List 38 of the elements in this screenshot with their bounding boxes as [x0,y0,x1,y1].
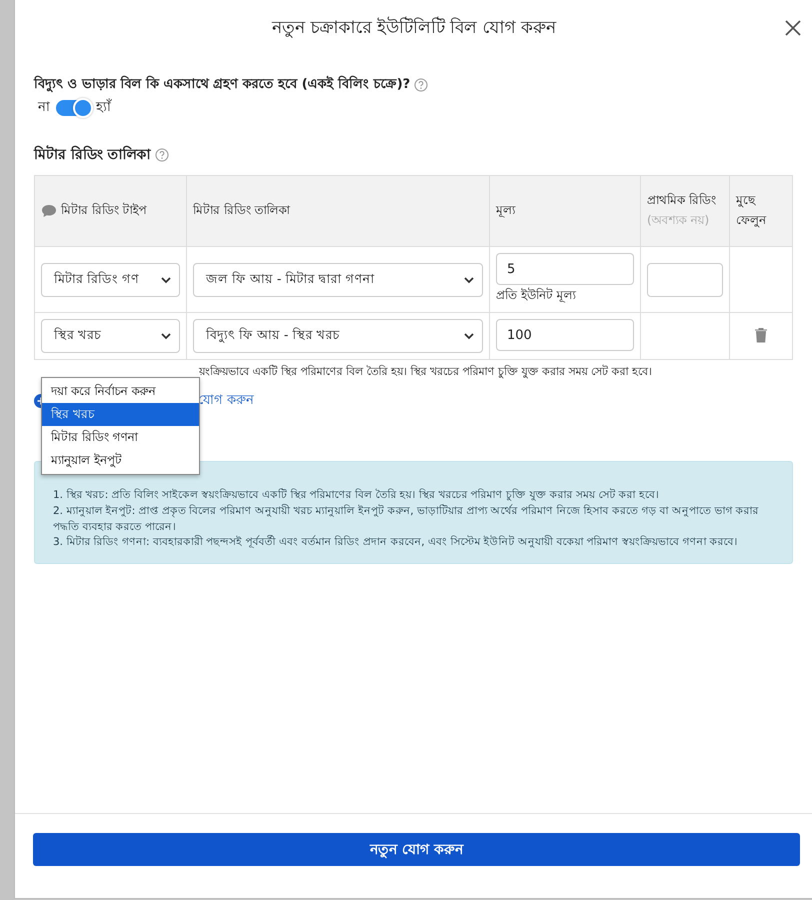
dropdown-option[interactable]: দয়া করে নির্বাচন করুন [42,380,199,403]
trash-icon [754,327,768,343]
list-select[interactable]: জল ফি আয় - মিটার দ্বারা গণনা [193,263,483,297]
chevron-down-icon [161,276,171,284]
help-icon[interactable] [154,148,169,162]
toggle-off-label: না [38,99,50,117]
type-select[interactable]: স্থির খরচ [41,319,180,353]
chevron-down-icon [464,276,474,284]
column-header: মূল্য [490,176,640,246]
chevron-down-icon [464,332,474,340]
type-select[interactable]: মিটার রিডিং গণ [41,263,180,297]
question-label: বিদ্যুৎ ও ভাড়ার বিল কি একসাথে গ্রহণ করতে হবে (একই বিলিং চক্রে)? [34,74,410,94]
column-header: মুছে ফেলুন [730,176,792,246]
info-text: 2. ম্যানুয়াল ইনপুট: প্রাপ্ত প্রকৃত বিলের পরিমাণ অনুযায়ী খরচ ম্যানুয়ালি ইনপুট করুন, ভাড়াটিয়ার প্রাপ্য অর্থের পরিমাণ নিজে হিসাব করতে গড় বা অনুপাতে ভাগ করার পদ্ধতি ব্যবহার করতে পারেন। [53,504,760,534]
dropdown-option[interactable]: মিটার রিডিং গণনা [42,426,199,449]
close-icon [785,20,801,36]
column-header: মিটার রিডিং টাইপ [34,176,186,246]
list-select[interactable]: বিদ্যুৎ ফি আয় - স্থির খরচ [193,319,483,353]
info-text: 3. মিটার রিডিং গণনা: ব্যবহারকারী পছন্দসই পূর্ববর্তী এবং বর্তমান রিডিং প্রদান করবেন, এবং সিস্টেম ইউনিট অনুযায়ী বকেয়া পরিমাণ স্বয়ংক্রিয়ভাবে গণনা করবে। [53,535,739,550]
chat-bubble-icon [41,204,57,218]
price-note: প্রতি ইউনিট মূল্য [496,286,578,304]
info-text: 1. স্থির খরচ: প্রতি বিলিং সাইকেল স্বয়ংক্রিয়ভাবে একটি স্থির পরিমাণের বিল তৈরি হয়। স্থির খরচের পরিমাণ চুক্তি যুক্ত করার সময় সেট করা হবে। [53,488,660,503]
initial-reading-field[interactable] [647,263,723,297]
chevron-down-icon [161,332,171,340]
price-field[interactable]: 5 [496,253,634,285]
price-field[interactable]: 100 [496,319,634,351]
toggle-on-label: হ্যাঁ [96,98,111,117]
column-header: প্রাথমিক রিডিং (অবশ্যক নয়) [640,176,730,246]
hint-text: য়ংক্রিয়ভাবে একটি স্থির পরিমাণের বিল তৈরি হয়। স্থির খরচের পরিমাণ চুক্তি যুক্ত করার সময় সেট করা হবে। [198,364,653,380]
dropdown-option[interactable]: ম্যানুয়াল ইনপুট [42,449,199,472]
help-icon[interactable] [414,78,428,92]
submit-button[interactable]: নতুন যোগ করুন [33,833,800,866]
column-header: মিটার রিডিং তালিকা [186,176,490,246]
section-title: মিটার রিডিং তালিকা [34,144,151,165]
modal-title: নতুন চক্রাকারে ইউটিলিটি বিল যোগ করুন [272,16,556,40]
close-button[interactable] [783,18,803,38]
toggle-switch[interactable] [56,100,90,116]
dropdown-option[interactable]: স্থির খরচ [42,403,199,426]
